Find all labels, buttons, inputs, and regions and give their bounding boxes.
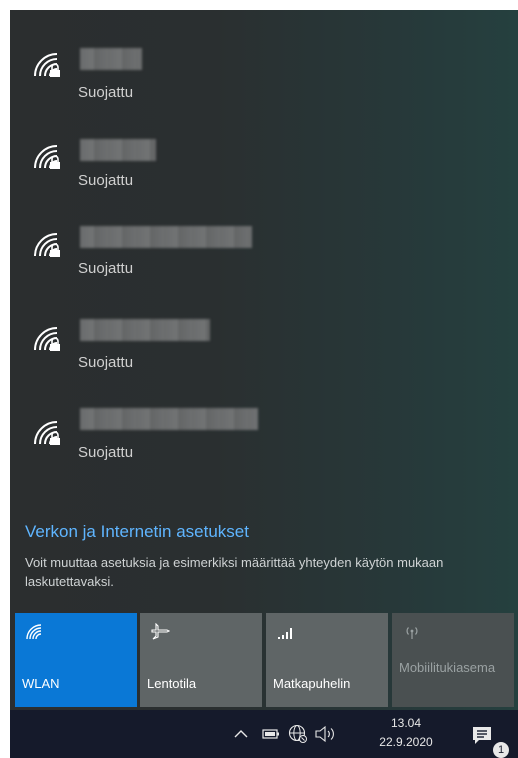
clock-date: 22.9.2020 [379, 735, 433, 749]
network-item[interactable]: Suojattu [10, 122, 518, 204]
mobile-hotspot-icon [406, 627, 418, 639]
tile-label: Lentotila [147, 676, 197, 691]
wifi-secured-icon [34, 421, 60, 445]
wifi-secured-icon [34, 233, 60, 257]
quick-actions: WLAN Lentotila Matkapuhelin Mobiilitukia… [10, 613, 518, 707]
network-status: Suojattu [78, 260, 134, 277]
network-name [80, 48, 142, 70]
network-item[interactable]: Suojattu [10, 210, 518, 292]
network-flyout: Suojattu Suojattu Suojattu Suojattu Suoj… [10, 10, 518, 710]
network-status: Suojattu [78, 172, 134, 189]
notification-badge: 1 [493, 742, 509, 758]
network-name [80, 226, 252, 248]
clock-time: 13.04 [390, 716, 422, 730]
taskbar: 13.04 22.9.2020 1 [10, 710, 518, 758]
network-status: Suojattu [78, 354, 134, 371]
network-name [80, 319, 210, 341]
network-item[interactable]: Suojattu [10, 394, 518, 476]
network-name [80, 139, 156, 161]
wlan-toggle[interactable]: WLAN [15, 613, 137, 707]
network-settings-description: Voit muuttaa asetuksia ja esimerkiksi mä… [25, 555, 444, 589]
network-name [80, 408, 258, 430]
network-item[interactable]: Suojattu [10, 302, 518, 384]
airplane-icon [151, 623, 170, 640]
airplane-mode-toggle[interactable]: Lentotila [140, 613, 262, 707]
mobile-hotspot-toggle[interactable]: Mobiilitukiasema [392, 613, 514, 707]
wifi-secured-icon [34, 145, 60, 169]
action-center-icon[interactable] [471, 725, 493, 747]
wifi-icon [26, 624, 42, 640]
tile-label: Mobiilitukiasema [399, 660, 496, 675]
network-status: Suojattu [78, 84, 134, 101]
wifi-secured-icon [34, 53, 60, 77]
cellular-icon [278, 628, 292, 639]
network-settings-link[interactable]: Verkon ja Internetin asetukset [25, 522, 249, 542]
chevron-up-icon[interactable] [234, 729, 248, 739]
volume-icon[interactable] [314, 725, 336, 743]
taskbar-clock[interactable]: 13.04 22.9.2020 [377, 714, 435, 752]
network-status: Suojattu [78, 444, 134, 461]
battery-icon[interactable] [262, 728, 280, 740]
wifi-secured-icon [34, 327, 60, 351]
cellular-toggle[interactable]: Matkapuhelin [266, 613, 388, 707]
tile-label: Matkapuhelin [273, 676, 351, 691]
network-item[interactable]: Suojattu [10, 28, 518, 110]
tile-label: WLAN [22, 676, 60, 691]
network-globe-icon[interactable] [288, 724, 308, 744]
